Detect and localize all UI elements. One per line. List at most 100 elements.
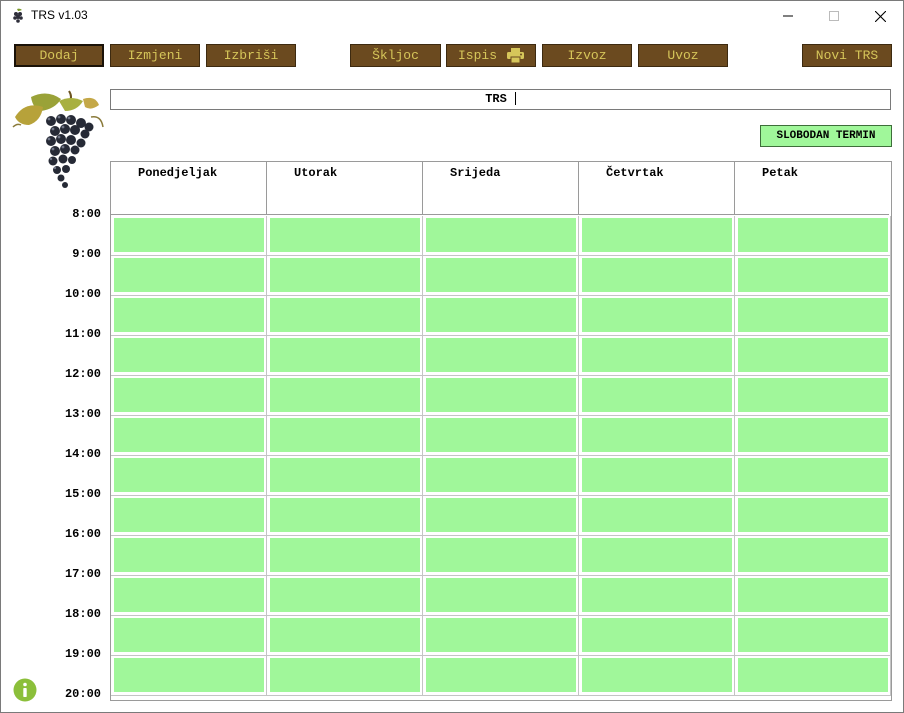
time-label: 20:00 [64,687,101,701]
minimize-button[interactable] [765,1,811,31]
minimize-icon [783,15,793,17]
free-slot[interactable] [426,298,576,332]
novi-trs-button[interactable]: Novi TRS [802,44,892,67]
free-slot[interactable] [582,578,732,612]
free-slot[interactable] [738,218,888,252]
free-slot[interactable] [270,418,420,452]
time-label: 16:00 [64,527,101,541]
ispis-label: Ispis [457,48,497,63]
free-slot[interactable] [582,258,732,292]
day-label: Petak [762,166,799,180]
free-slot[interactable] [582,618,732,652]
free-slot[interactable] [426,498,576,532]
free-slot[interactable] [426,378,576,412]
free-slot[interactable] [426,658,576,692]
izbrisi-button[interactable]: Izbriši [206,44,296,67]
free-slot[interactable] [582,298,732,332]
free-slot[interactable] [738,498,888,532]
free-slot[interactable] [270,458,420,492]
free-slot[interactable] [582,658,732,692]
maximize-button[interactable] [811,1,857,31]
free-slot[interactable] [270,378,420,412]
free-slot[interactable] [270,338,420,372]
free-slot[interactable] [738,258,888,292]
free-slot[interactable] [270,538,420,572]
free-slot[interactable] [426,458,576,492]
day-header-1: Utorak [267,162,423,215]
skljoc-button[interactable]: Škljoc [350,44,441,67]
time-label: 14:00 [64,447,101,461]
izmjeni-button[interactable]: Izmjeni [110,44,200,67]
printer-icon [507,48,524,63]
free-slot[interactable] [738,578,888,612]
free-slot[interactable] [582,418,732,452]
time-label: 13:00 [64,407,101,421]
grapes-logo [12,90,104,188]
day-header-0: Ponedjeljak [111,162,267,215]
free-slot[interactable] [114,618,264,652]
ispis-button[interactable]: Ispis [446,44,536,67]
free-slot[interactable] [270,258,420,292]
free-slot[interactable] [114,498,264,532]
free-slot[interactable] [270,578,420,612]
free-slot[interactable] [114,338,264,372]
free-slot[interactable] [426,338,576,372]
time-label: 10:00 [64,287,101,301]
slobodan-termin-button[interactable]: SLOBODAN TERMIN [760,125,892,147]
title-bar: TRS v1.03 [1,1,903,31]
free-slot[interactable] [270,618,420,652]
time-label: 12:00 [64,367,101,381]
free-slot[interactable] [738,658,888,692]
free-slot[interactable] [270,298,420,332]
free-slot[interactable] [582,338,732,372]
free-slot[interactable] [738,338,888,372]
free-slot[interactable] [582,458,732,492]
free-slot[interactable] [426,418,576,452]
free-slot[interactable] [582,538,732,572]
text-caret [514,92,516,106]
free-slot[interactable] [738,378,888,412]
free-slot[interactable] [114,418,264,452]
free-slot[interactable] [426,258,576,292]
free-slot[interactable] [114,538,264,572]
day-header-4: Petak [735,162,889,215]
close-button[interactable] [857,1,903,31]
time-label: 18:00 [64,607,101,621]
free-slot[interactable] [114,298,264,332]
time-label: 9:00 [72,247,101,261]
free-slot[interactable] [738,418,888,452]
day-label: Četvrtak [606,166,664,180]
free-slot[interactable] [270,658,420,692]
free-slot[interactable] [426,618,576,652]
free-slot[interactable] [270,498,420,532]
time-label: 19:00 [64,647,101,661]
free-slot[interactable] [738,538,888,572]
free-slot[interactable] [426,218,576,252]
free-slot[interactable] [114,258,264,292]
free-slot[interactable] [738,298,888,332]
time-label: 17:00 [64,567,101,581]
free-slot[interactable] [114,378,264,412]
free-slot[interactable] [738,618,888,652]
time-label: 15:00 [64,487,101,501]
free-slot[interactable] [582,378,732,412]
free-slot[interactable] [114,458,264,492]
free-slot[interactable] [582,498,732,532]
free-slot[interactable] [114,218,264,252]
izvoz-button[interactable]: Izvoz [542,44,632,67]
day-label: Srijeda [450,166,501,180]
schedule-title: TRS [485,92,507,106]
uvoz-button[interactable]: Uvoz [638,44,728,67]
free-slot[interactable] [738,458,888,492]
dodaj-button[interactable]: Dodaj [14,44,104,67]
free-slot[interactable] [426,578,576,612]
free-slot[interactable] [582,218,732,252]
info-icon[interactable] [13,678,37,702]
day-header-3: Četvrtak [579,162,735,215]
free-slot[interactable] [270,218,420,252]
schedule-title-field[interactable]: TRS [110,89,891,110]
free-slot[interactable] [114,658,264,692]
close-icon [874,10,886,22]
free-slot[interactable] [426,538,576,572]
free-slot[interactable] [114,578,264,612]
